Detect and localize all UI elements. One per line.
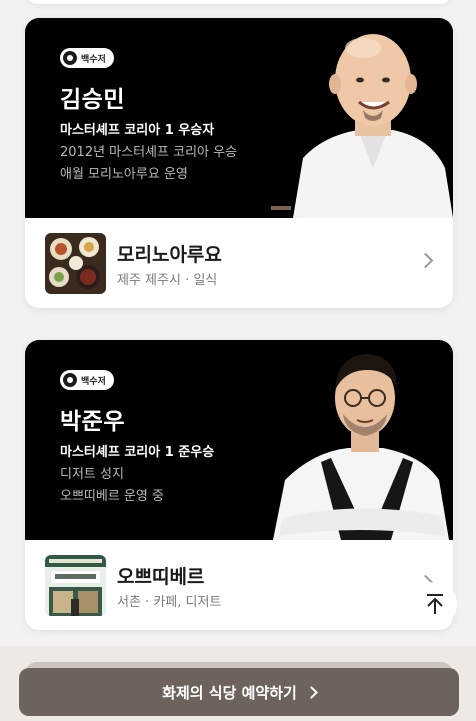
restaurant-name: 오쁘띠베르: [117, 566, 205, 588]
chef-badge: 백수저: [60, 370, 114, 390]
restaurant-thumbnail: [45, 555, 106, 616]
previous-card-edge: [26, 0, 452, 4]
chef-badge: 백수저: [60, 48, 114, 68]
chef-hero: 백수저 김승민 마스터셰프 코리아 1 우승자 2012년 마스터셰프 코리아 …: [25, 18, 453, 218]
spoon-badge-icon: [63, 51, 77, 65]
page: 백수저 김승민 마스터셰프 코리아 1 우승자 2012년 마스터셰프 코리아 …: [0, 0, 476, 721]
chef-photo: [271, 34, 453, 218]
cta-label: 화제의 식당 예약하기: [162, 683, 297, 702]
badge-label: 백수저: [81, 376, 106, 387]
chef-name: 김승민: [60, 87, 125, 113]
badge-label: 백수저: [81, 54, 106, 65]
restaurant-name: 모리노아루요: [117, 244, 222, 266]
restaurant-thumbnail: [45, 233, 106, 294]
restaurant-row[interactable]: 오쁘띠베르 서촌 · 카페, 디저트: [25, 540, 453, 630]
chef-card[interactable]: 백수저 박준우 마스터셰프 코리아 1 준우승 디저트 성지 오쁘띠베르 운영 …: [25, 340, 453, 630]
chevron-right-icon: [304, 685, 318, 699]
restaurant-row[interactable]: 모리노아루요 제주 제주시 · 일식: [25, 218, 453, 308]
arrow-up-to-top-icon: [427, 594, 443, 614]
chef-name: 박준우: [60, 409, 125, 435]
chevron-right-icon[interactable]: [417, 252, 434, 269]
chef-card[interactable]: 백수저 김승민 마스터셰프 코리아 1 우승자 2012년 마스터셰프 코리아 …: [25, 18, 453, 308]
restaurant-meta: 제주 제주시 · 일식: [117, 273, 218, 288]
chef-hero: 백수저 박준우 마스터셰프 코리아 1 준우승 디저트 성지 오쁘띠베르 운영 …: [25, 340, 453, 540]
spoon-badge-icon: [63, 373, 77, 387]
reserve-restaurant-button[interactable]: 화제의 식당 예약하기: [19, 668, 459, 716]
scroll-to-top-button[interactable]: [413, 582, 457, 626]
chef-photo: [273, 354, 449, 540]
restaurant-meta: 서촌 · 카페, 디저트: [117, 595, 222, 610]
